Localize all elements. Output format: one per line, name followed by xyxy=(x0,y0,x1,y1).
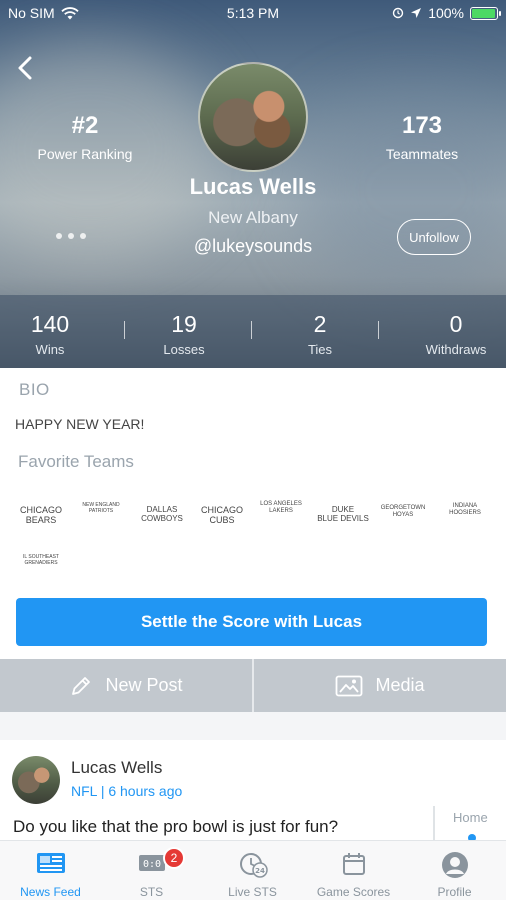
status-bar: No SIM 5:13 PM 100% xyxy=(0,0,506,28)
settle-the-score-button[interactable]: Settle the Score with Lucas xyxy=(16,598,487,646)
team-logo[interactable]: NEW ENGLAND PATRIOTS xyxy=(72,502,130,515)
stat-value: 19 xyxy=(171,311,197,337)
unfollow-button[interactable]: Unfollow xyxy=(397,219,471,255)
media-button[interactable]: Media xyxy=(254,659,506,712)
battery-icon xyxy=(470,6,501,20)
tab-sts[interactable]: 0:0 2 STS xyxy=(101,841,202,900)
calendar-icon xyxy=(342,853,365,875)
tab-game-scores[interactable]: Game Scores xyxy=(303,841,404,900)
stat-value: 2 xyxy=(313,311,327,337)
media-label: Media xyxy=(375,675,425,695)
live-24-icon: 24 xyxy=(239,853,268,878)
new-post-button[interactable]: New Post xyxy=(0,659,252,712)
stat-withdraws: 0 Withdraws xyxy=(406,311,506,357)
team-logo[interactable]: CHICAGO CUBS xyxy=(194,505,250,526)
divider xyxy=(251,321,252,339)
bio-text: HAPPY NEW YEAR! xyxy=(15,416,145,432)
power-ranking: #2 Power Ranking xyxy=(20,112,150,162)
newspaper-icon xyxy=(36,853,65,873)
post-author-avatar[interactable] xyxy=(12,756,60,804)
team-logo[interactable]: DALLAS COWBOYS xyxy=(134,505,190,523)
svg-text:24: 24 xyxy=(255,867,265,875)
teammates[interactable]: 173 Teammates xyxy=(357,112,487,162)
favorite-teams-heading: Favorite Teams xyxy=(18,452,134,471)
image-icon xyxy=(336,675,363,696)
tab-label: STS xyxy=(139,885,164,899)
teammates-label: Teammates xyxy=(385,146,459,162)
dot xyxy=(56,233,62,239)
location-icon xyxy=(411,8,422,18)
stat-losses: 19 Losses xyxy=(134,311,234,357)
more-options-button[interactable] xyxy=(56,228,92,244)
divider xyxy=(124,321,125,339)
new-post-label: New Post xyxy=(105,675,183,695)
post-author-name[interactable]: Lucas Wells xyxy=(71,758,162,778)
power-ranking-label: Power Ranking xyxy=(37,146,133,162)
home-label: Home xyxy=(453,810,488,825)
tab-label: News Feed xyxy=(20,885,81,899)
stat-wins: 140 Wins xyxy=(0,311,100,357)
pencil-icon xyxy=(72,676,91,695)
stat-value: 0 xyxy=(449,311,463,337)
back-button[interactable] xyxy=(12,52,40,84)
chevron-left-icon xyxy=(18,56,32,80)
team-logo[interactable]: LOS ANGELES LAKERS xyxy=(252,501,310,515)
stat-label: Losses xyxy=(163,342,205,357)
person-icon xyxy=(441,852,468,878)
team-logo[interactable]: DUKE BLUE DEVILS xyxy=(314,505,372,523)
tab-profile[interactable]: Profile xyxy=(404,841,505,900)
team-logo[interactable]: CHICAGO BEARS xyxy=(12,505,70,526)
teammates-value: 173 xyxy=(401,112,443,139)
dot xyxy=(68,233,74,239)
stat-label: Wins xyxy=(35,342,65,357)
post-text: Do you like that the pro bowl is just fo… xyxy=(13,817,339,836)
team-logo[interactable]: GEORGETOWN HOYAS xyxy=(374,505,432,519)
stat-label: Ties xyxy=(307,342,333,357)
dot xyxy=(80,233,86,239)
notification-badge: 2 xyxy=(163,847,185,869)
tab-live-sts[interactable]: 24 Live STS xyxy=(202,841,303,900)
profile-name: Lucas Wells xyxy=(189,174,317,199)
team-logo[interactable]: INDIANA HOOSIERS xyxy=(436,503,494,517)
tab-news-feed[interactable]: News Feed xyxy=(0,841,101,900)
tab-bar: News Feed 0:0 2 STS 24 Live STS Game Sco… xyxy=(0,840,506,900)
stat-value: 140 xyxy=(30,311,70,337)
post-meta[interactable]: NFL | 6 hours ago xyxy=(71,783,182,799)
power-ranking-value: #2 xyxy=(71,112,99,139)
record-stats: 140 Wins 19 Losses 2 Ties 0 Withdraws xyxy=(0,295,506,368)
tab-label: Game Scores xyxy=(316,885,391,899)
feed-separator xyxy=(0,712,506,740)
team-logo[interactable]: IL SOUTHEAST GRENADIERS xyxy=(12,554,70,567)
svg-text:0:0: 0:0 xyxy=(142,859,160,870)
tab-label: Profile xyxy=(437,885,472,899)
scoreboard-icon: 0:0 xyxy=(138,855,165,871)
battery-percent: 100% xyxy=(428,5,464,21)
alarm-icon xyxy=(392,7,404,19)
divider xyxy=(378,321,379,339)
post-actions-bar: New Post Media xyxy=(0,659,506,712)
stat-ties: 2 Ties xyxy=(270,311,370,357)
profile-avatar xyxy=(198,62,308,172)
stat-label: Withdraws xyxy=(425,342,487,357)
bio-heading: BIO xyxy=(19,380,50,399)
tab-label: Live STS xyxy=(228,885,277,899)
profile-header: No SIM 5:13 PM 100% #2 Power Ranking 173… xyxy=(0,0,506,368)
